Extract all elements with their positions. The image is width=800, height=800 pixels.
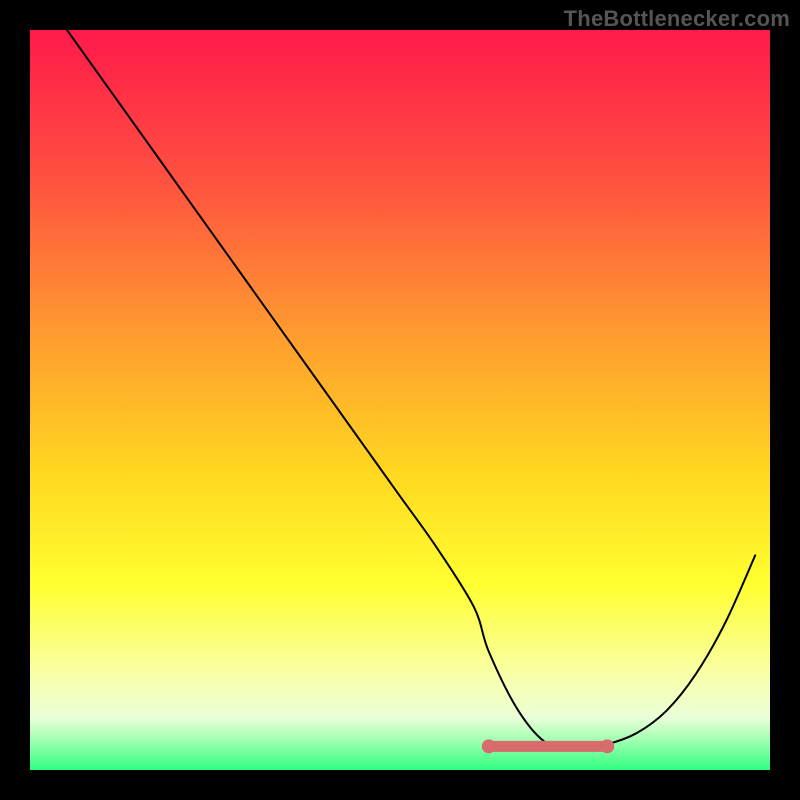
chart-canvas — [0, 0, 800, 800]
watermark-text: TheBottleneсker.com — [564, 6, 790, 32]
chart-background — [30, 30, 770, 770]
chart-marker-band — [482, 739, 614, 753]
